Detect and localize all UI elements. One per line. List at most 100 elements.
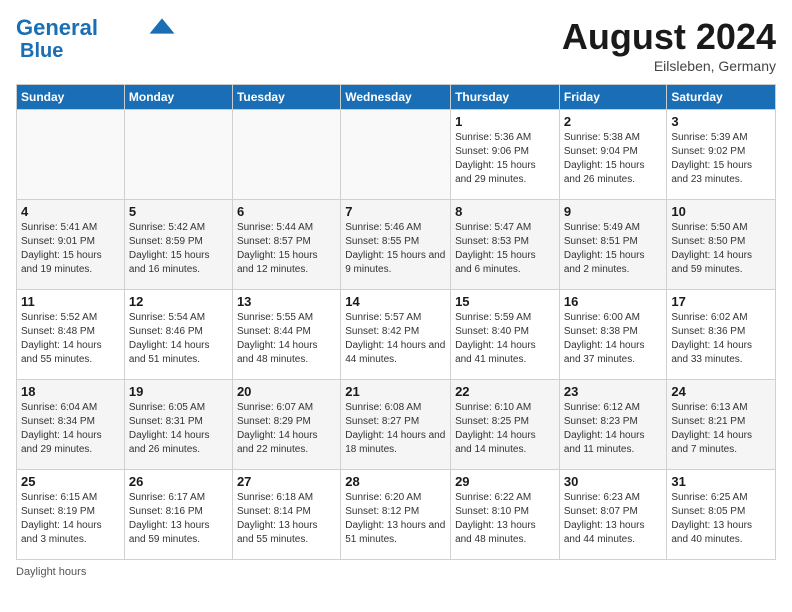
day-info: Sunrise: 6:18 AM Sunset: 8:14 PM Dayligh… — [237, 491, 336, 547]
day-number: 20 — [237, 384, 336, 399]
calendar-cell: 2 Sunrise: 5:38 AM Sunset: 9:04 PM Daylig… — [559, 110, 667, 200]
calendar-cell: 5 Sunrise: 5:42 AM Sunset: 8:59 PM Daylig… — [124, 200, 232, 290]
logo-blue-text: Blue — [20, 40, 63, 62]
calendar-cell: 1 Sunrise: 5:36 AM Sunset: 9:06 PM Daylig… — [451, 110, 560, 200]
day-number: 28 — [345, 474, 446, 489]
calendar-cell: 26 Sunrise: 6:17 AM Sunset: 8:16 PM Dayli… — [124, 470, 232, 560]
day-info: Sunrise: 6:15 AM Sunset: 8:19 PM Dayligh… — [21, 491, 120, 547]
day-number: 26 — [129, 474, 228, 489]
day-info: Sunrise: 6:23 AM Sunset: 8:07 PM Dayligh… — [564, 491, 663, 547]
page-header: General Blue August 2024 Eilsleben, Germ… — [16, 16, 776, 74]
day-info: Sunrise: 5:54 AM Sunset: 8:46 PM Dayligh… — [129, 311, 228, 367]
day-header-wednesday: Wednesday — [341, 85, 451, 110]
day-info: Sunrise: 6:13 AM Sunset: 8:21 PM Dayligh… — [671, 401, 771, 457]
logo: General Blue — [16, 16, 176, 62]
day-number: 13 — [237, 294, 336, 309]
calendar-cell: 27Sunrise: 6:18 AM Sunset: 8:14 PM Dayli… — [232, 470, 340, 560]
calendar-cell: 22Sunrise: 6:10 AM Sunset: 8:25 PM Dayli… — [451, 380, 560, 470]
calendar-cell: 23 Sunrise: 6:12 AM Sunset: 8:23 PM Dayli… — [559, 380, 667, 470]
day-info: Sunrise: 5:38 AM Sunset: 9:04 PM Dayligh… — [564, 131, 663, 187]
day-info: Sunrise: 6:20 AM Sunset: 8:12 PM Dayligh… — [345, 491, 446, 547]
day-info: Sunrise: 6:17 AM Sunset: 8:16 PM Dayligh… — [129, 491, 228, 547]
footnote: Daylight hours — [16, 566, 776, 578]
day-header-monday: Monday — [124, 85, 232, 110]
calendar-cell: 19 Sunrise: 6:05 AM Sunset: 8:31 PM Dayli… — [124, 380, 232, 470]
day-number: 2 — [564, 114, 663, 129]
calendar-cell — [124, 110, 232, 200]
day-info: Sunrise: 6:04 AM Sunset: 8:34 PM Dayligh… — [21, 401, 120, 457]
day-number: 23 — [564, 384, 663, 399]
calendar-cell: 14Sunrise: 5:57 AM Sunset: 8:42 PM Dayli… — [341, 290, 451, 380]
day-info: Sunrise: 6:05 AM Sunset: 8:31 PM Dayligh… — [129, 401, 228, 457]
calendar-cell: 31 Sunrise: 6:25 AM Sunset: 8:05 PM Dayli… — [667, 470, 776, 560]
calendar-cell: 3Sunrise: 5:39 AM Sunset: 9:02 PM Daylig… — [667, 110, 776, 200]
calendar-cell: 11Sunrise: 5:52 AM Sunset: 8:48 PM Dayli… — [17, 290, 125, 380]
title-section: August 2024 Eilsleben, Germany — [562, 16, 776, 74]
calendar-cell: 17 Sunrise: 6:02 AM Sunset: 8:36 PM Dayli… — [667, 290, 776, 380]
day-number: 31 — [671, 474, 771, 489]
day-info: Sunrise: 5:46 AM Sunset: 8:55 PM Dayligh… — [345, 221, 446, 277]
day-info: Sunrise: 5:44 AM Sunset: 8:57 PM Dayligh… — [237, 221, 336, 277]
day-number: 6 — [237, 204, 336, 219]
day-info: Sunrise: 6:08 AM Sunset: 8:27 PM Dayligh… — [345, 401, 446, 457]
calendar-cell — [17, 110, 125, 200]
day-number: 19 — [129, 384, 228, 399]
day-number: 24 — [671, 384, 771, 399]
day-info: Sunrise: 5:57 AM Sunset: 8:42 PM Dayligh… — [345, 311, 446, 367]
calendar-cell: 18Sunrise: 6:04 AM Sunset: 8:34 PM Dayli… — [17, 380, 125, 470]
calendar-cell: 4 Sunrise: 5:41 AM Sunset: 9:01 PM Daylig… — [17, 200, 125, 290]
calendar-cell — [232, 110, 340, 200]
calendar-cell: 29 Sunrise: 6:22 AM Sunset: 8:10 PM Dayli… — [451, 470, 560, 560]
calendar-cell: 20 Sunrise: 6:07 AM Sunset: 8:29 PM Dayli… — [232, 380, 340, 470]
calendar-table: SundayMondayTuesdayWednesdayThursdayFrid… — [16, 84, 776, 560]
day-info: Sunrise: 6:22 AM Sunset: 8:10 PM Dayligh… — [455, 491, 555, 547]
day-info: Sunrise: 6:07 AM Sunset: 8:29 PM Dayligh… — [237, 401, 336, 457]
calendar-cell: 8 Sunrise: 5:47 AM Sunset: 8:53 PM Daylig… — [451, 200, 560, 290]
day-number: 30 — [564, 474, 663, 489]
day-number: 4 — [21, 204, 120, 219]
calendar-cell: 24 Sunrise: 6:13 AM Sunset: 8:21 PM Dayli… — [667, 380, 776, 470]
calendar-cell: 12Sunrise: 5:54 AM Sunset: 8:46 PM Dayli… — [124, 290, 232, 380]
day-header-thursday: Thursday — [451, 85, 560, 110]
day-header-saturday: Saturday — [667, 85, 776, 110]
day-number: 17 — [671, 294, 771, 309]
day-number: 10 — [671, 204, 771, 219]
calendar-cell: 9Sunrise: 5:49 AM Sunset: 8:51 PM Daylig… — [559, 200, 667, 290]
day-header-tuesday: Tuesday — [232, 85, 340, 110]
day-number: 5 — [129, 204, 228, 219]
day-number: 8 — [455, 204, 555, 219]
day-number: 3 — [671, 114, 771, 129]
day-info: Sunrise: 5:41 AM Sunset: 9:01 PM Dayligh… — [21, 221, 120, 277]
day-number: 16 — [564, 294, 663, 309]
day-number: 9 — [564, 204, 663, 219]
calendar-cell: 7 Sunrise: 5:46 AM Sunset: 8:55 PM Daylig… — [341, 200, 451, 290]
calendar-cell: 16 Sunrise: 6:00 AM Sunset: 8:38 PM Dayli… — [559, 290, 667, 380]
calendar-cell: 15 Sunrise: 5:59 AM Sunset: 8:40 PM Dayli… — [451, 290, 560, 380]
day-info: Sunrise: 5:36 AM Sunset: 9:06 PM Dayligh… — [455, 131, 555, 187]
calendar-cell: 21 Sunrise: 6:08 AM Sunset: 8:27 PM Dayli… — [341, 380, 451, 470]
calendar-cell: 10Sunrise: 5:50 AM Sunset: 8:50 PM Dayli… — [667, 200, 776, 290]
day-number: 29 — [455, 474, 555, 489]
location-text: Eilsleben, Germany — [562, 58, 776, 74]
day-number: 15 — [455, 294, 555, 309]
day-info: Sunrise: 5:52 AM Sunset: 8:48 PM Dayligh… — [21, 311, 120, 367]
logo-text: General — [16, 16, 98, 40]
day-info: Sunrise: 6:00 AM Sunset: 8:38 PM Dayligh… — [564, 311, 663, 367]
calendar-cell: 28 Sunrise: 6:20 AM Sunset: 8:12 PM Dayli… — [341, 470, 451, 560]
day-info: Sunrise: 5:47 AM Sunset: 8:53 PM Dayligh… — [455, 221, 555, 277]
day-number: 7 — [345, 204, 446, 219]
calendar-cell — [341, 110, 451, 200]
day-info: Sunrise: 6:25 AM Sunset: 8:05 PM Dayligh… — [671, 491, 771, 547]
day-info: Sunrise: 6:12 AM Sunset: 8:23 PM Dayligh… — [564, 401, 663, 457]
day-info: Sunrise: 5:42 AM Sunset: 8:59 PM Dayligh… — [129, 221, 228, 277]
day-info: Sunrise: 5:59 AM Sunset: 8:40 PM Dayligh… — [455, 311, 555, 367]
calendar-cell: 25Sunrise: 6:15 AM Sunset: 8:19 PM Dayli… — [17, 470, 125, 560]
day-header-friday: Friday — [559, 85, 667, 110]
day-number: 21 — [345, 384, 446, 399]
calendar-cell: 6 Sunrise: 5:44 AM Sunset: 8:57 PM Daylig… — [232, 200, 340, 290]
day-header-sunday: Sunday — [17, 85, 125, 110]
day-number: 22 — [455, 384, 555, 399]
calendar-cell: 13Sunrise: 5:55 AM Sunset: 8:44 PM Dayli… — [232, 290, 340, 380]
day-number: 1 — [455, 114, 555, 129]
day-info: Sunrise: 6:02 AM Sunset: 8:36 PM Dayligh… — [671, 311, 771, 367]
